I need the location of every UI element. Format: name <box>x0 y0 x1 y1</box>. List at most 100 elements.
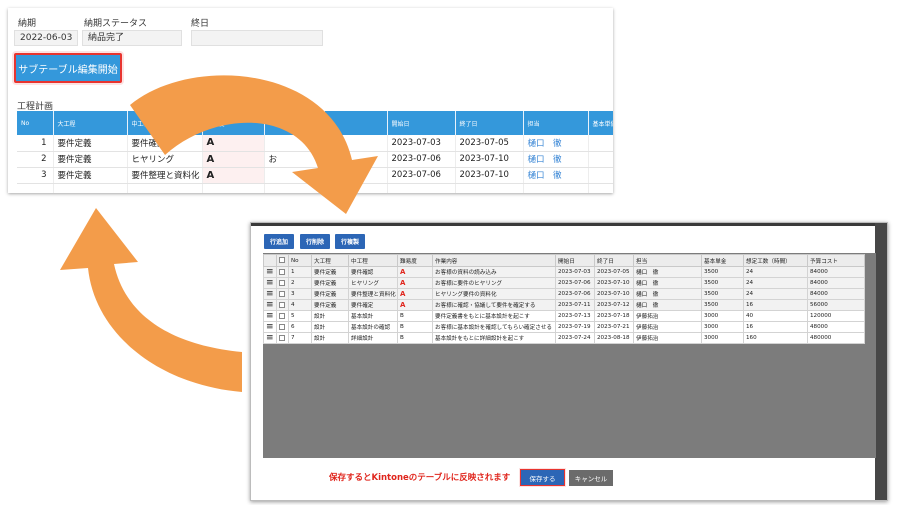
drag-handle-icon[interactable]: ≡ <box>263 266 277 278</box>
cell-mid-process[interactable]: 詳細設計 <box>348 332 398 344</box>
cell-estimated-hours[interactable]: 160 <box>743 332 808 344</box>
cell-work-content[interactable]: お客様の資料の読み込み <box>432 266 556 278</box>
row-checkbox[interactable] <box>276 266 289 278</box>
cell-budget-cost[interactable]: 56000 <box>807 299 865 311</box>
cell-start-date[interactable]: 2023-07-13 <box>555 310 595 322</box>
cell-major-process[interactable]: 設計 <box>311 332 349 344</box>
cancel-button[interactable]: キャンセル <box>569 470 613 486</box>
cell-mid-process[interactable]: 要件整理と資料化 <box>348 288 398 300</box>
cell-owner[interactable]: 伊藤拓治 <box>633 310 702 322</box>
cell-base-rate[interactable]: 3000 <box>701 321 744 333</box>
cell-budget-cost[interactable]: 84000 <box>807 266 865 278</box>
cell-end-date[interactable]: 2023-08-18 <box>594 332 634 344</box>
cell-no[interactable]: 2 <box>288 277 312 289</box>
column-header[interactable]: 予算コスト <box>807 254 865 267</box>
cell-budget-cost[interactable]: 48000 <box>807 321 865 333</box>
column-header[interactable]: 担当 <box>633 254 702 267</box>
cell-base-rate[interactable]: 3500 <box>701 299 744 311</box>
cell-major-process[interactable]: 設計 <box>311 310 349 322</box>
select-all-checkbox[interactable] <box>276 254 289 267</box>
cell-major-process[interactable]: 要件定義 <box>311 288 349 300</box>
column-header[interactable]: 中工程 <box>348 254 398 267</box>
cell-owner[interactable]: 伊藤拓治 <box>633 321 702 333</box>
cell-major-process[interactable]: 要件定義 <box>311 277 349 289</box>
cell-owner[interactable]: 樋口 徹 <box>633 266 702 278</box>
cell-base-rate[interactable]: 3500 <box>701 277 744 289</box>
cell-start-date[interactable]: 2023-07-06 <box>555 288 595 300</box>
cell-estimated-hours[interactable]: 16 <box>743 299 808 311</box>
column-header[interactable]: 開始日 <box>555 254 595 267</box>
cell-mid-process[interactable]: ヒヤリング <box>348 277 398 289</box>
row-checkbox[interactable] <box>276 332 289 344</box>
copy-row-button[interactable]: 行複製 <box>335 234 365 249</box>
cell-work-content[interactable]: お客様に確認・協議して要件を確定する <box>432 299 556 311</box>
cell-mid-process[interactable]: 基本設計 <box>348 310 398 322</box>
cell-major-process[interactable]: 要件定義 <box>311 266 349 278</box>
row-checkbox[interactable] <box>276 299 289 311</box>
cell-end-date[interactable]: 2023-07-10 <box>594 277 634 289</box>
cell-end-date[interactable]: 2023-07-12 <box>594 299 634 311</box>
cell-work-content[interactable]: お客様に基本設計を確認してもらい確定させる <box>432 321 556 333</box>
cell-difficulty[interactable]: B <box>397 332 433 344</box>
cell-end-date[interactable]: 2023-07-21 <box>594 321 634 333</box>
cell-end-date[interactable]: 2023-07-10 <box>594 288 634 300</box>
column-header[interactable]: 基本単金 <box>701 254 744 267</box>
cell-start-date[interactable]: 2023-07-24 <box>555 332 595 344</box>
cell-start-date[interactable]: 2023-07-03 <box>555 266 595 278</box>
column-header[interactable]: 大工程 <box>311 254 349 267</box>
cell-no[interactable]: 1 <box>288 266 312 278</box>
cell-mid-process[interactable]: 要件確認 <box>348 266 398 278</box>
cell-major-process[interactable]: 設計 <box>311 321 349 333</box>
cell-no[interactable]: 6 <box>288 321 312 333</box>
cell-budget-cost[interactable]: 84000 <box>807 277 865 289</box>
cell-no[interactable]: 4 <box>288 299 312 311</box>
row-checkbox[interactable] <box>276 321 289 333</box>
cell-budget-cost[interactable]: 84000 <box>807 288 865 300</box>
column-header[interactable]: 難易度 <box>397 254 433 267</box>
drag-handle-icon[interactable]: ≡ <box>263 277 277 289</box>
cell-owner[interactable]: 伊藤拓治 <box>633 332 702 344</box>
save-button[interactable]: 保存する <box>520 469 565 486</box>
add-row-button[interactable]: 行追加 <box>264 234 294 249</box>
cell-budget-cost[interactable]: 480000 <box>807 332 865 344</box>
drag-handle-icon[interactable]: ≡ <box>263 321 277 333</box>
cell-no[interactable]: 3 <box>288 288 312 300</box>
cell-start-date[interactable]: 2023-07-19 <box>555 321 595 333</box>
cell-end-date[interactable]: 2023-07-18 <box>594 310 634 322</box>
cell-base-rate[interactable]: 3000 <box>701 332 744 344</box>
row-checkbox[interactable] <box>276 277 289 289</box>
cell-difficulty[interactable]: A <box>397 288 433 300</box>
cell-mid-process[interactable]: 基本設計の確認 <box>348 321 398 333</box>
cell-base-rate[interactable]: 3000 <box>701 310 744 322</box>
drag-handle-icon[interactable]: ≡ <box>263 332 277 344</box>
cell-work-content[interactable]: ヒヤリング要件の資料化 <box>432 288 556 300</box>
cell-owner[interactable]: 樋口 徹 <box>633 299 702 311</box>
column-header[interactable]: No <box>288 254 312 267</box>
cell-start-date[interactable]: 2023-07-06 <box>555 277 595 289</box>
row-checkbox[interactable] <box>276 288 289 300</box>
cell-no[interactable]: 7 <box>288 332 312 344</box>
column-header[interactable]: 想定工数（時間） <box>743 254 808 267</box>
cell-estimated-hours[interactable]: 16 <box>743 321 808 333</box>
cell-difficulty[interactable]: B <box>397 310 433 322</box>
cell-work-content[interactable]: 要件定義書をもとに基本設計を起こす <box>432 310 556 322</box>
cell-base-rate[interactable]: 3500 <box>701 288 744 300</box>
cell-estimated-hours[interactable]: 24 <box>743 288 808 300</box>
cell-end-date[interactable]: 2023-07-05 <box>594 266 634 278</box>
cell-budget-cost[interactable]: 120000 <box>807 310 865 322</box>
cell-difficulty[interactable]: B <box>397 321 433 333</box>
cell-estimated-hours[interactable]: 24 <box>743 277 808 289</box>
cell-no[interactable]: 5 <box>288 310 312 322</box>
cell-estimated-hours[interactable]: 40 <box>743 310 808 322</box>
drag-handle-icon[interactable]: ≡ <box>263 299 277 311</box>
cell-work-content[interactable]: 基本設計をもとに詳細設計を起こす <box>432 332 556 344</box>
cell-start-date[interactable]: 2023-07-11 <box>555 299 595 311</box>
cell-difficulty[interactable]: A <box>397 266 433 278</box>
cell-mid-process[interactable]: 要件確定 <box>348 299 398 311</box>
cell-base-rate[interactable]: 3500 <box>701 266 744 278</box>
cell-difficulty[interactable]: A <box>397 299 433 311</box>
cell-major-process[interactable]: 要件定義 <box>311 299 349 311</box>
cell-owner[interactable]: 樋口 徹 <box>633 288 702 300</box>
drag-handle-icon[interactable]: ≡ <box>263 288 277 300</box>
cell-difficulty[interactable]: A <box>397 277 433 289</box>
